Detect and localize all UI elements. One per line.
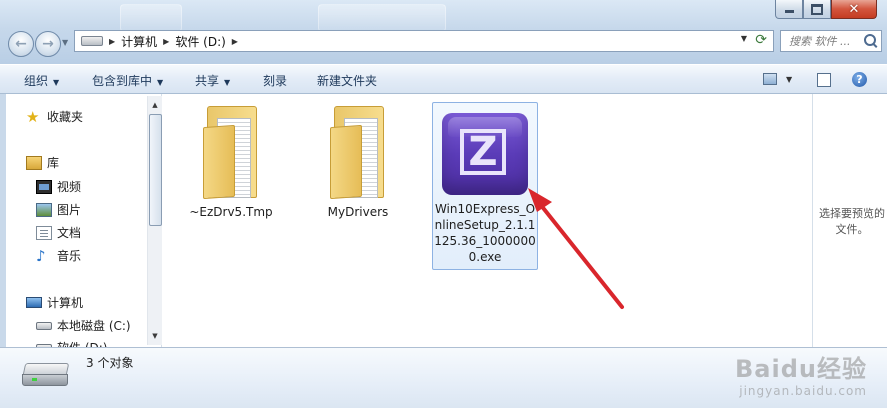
nav-item-label: 图片 bbox=[57, 203, 82, 217]
navigation-pane: ★ 收藏夹 库 视频 图片 文档 ♪ 音乐 计算机 本地磁盘 (C:) 软件 (… bbox=[6, 94, 162, 347]
file-name: ~EzDrv5.Tmp bbox=[189, 205, 273, 219]
address-dropdown[interactable]: ▼ bbox=[741, 34, 747, 43]
nav-item-documents[interactable]: 文档 bbox=[36, 224, 81, 241]
nav-item-label: 计算机 bbox=[47, 296, 84, 310]
nav-item-label: 收藏夹 bbox=[47, 110, 84, 124]
refresh-icon[interactable]: ⟳ bbox=[755, 32, 767, 48]
arrow-line bbox=[534, 197, 624, 309]
address-bar[interactable]: ▶ 计算机 ▶ 软件 (D:) ▶ ▼ ⟳ bbox=[74, 30, 774, 52]
nav-item-computer[interactable]: 计算机 bbox=[26, 294, 83, 311]
picture-icon bbox=[36, 202, 52, 217]
view-options-dropdown[interactable]: ▼ bbox=[786, 75, 792, 84]
details-pane: 3 个对象 Baidu经验 jingyan.baidu.com bbox=[0, 347, 887, 408]
chevron-right-icon[interactable]: ▶ bbox=[109, 37, 115, 46]
forward-button[interactable]: → bbox=[35, 31, 61, 57]
nav-item-pictures[interactable]: 图片 bbox=[36, 201, 81, 218]
nav-item-software-d[interactable]: 软件 (D:) bbox=[36, 339, 107, 347]
nav-item-label: 视频 bbox=[57, 180, 82, 194]
nav-item-local-disk-c[interactable]: 本地磁盘 (C:) bbox=[36, 317, 131, 334]
help-icon[interactable]: ? bbox=[852, 72, 867, 87]
file-list: ~EzDrv5.Tmp MyDrivers Z Win10Express_Onl… bbox=[162, 94, 812, 347]
include-in-library-label: 包含到库中 bbox=[92, 74, 153, 88]
preview-pane: 选择要预览的文件。 bbox=[812, 94, 887, 347]
document-icon bbox=[36, 225, 52, 240]
object-count: 3 个对象 bbox=[86, 356, 134, 370]
search-icon[interactable] bbox=[864, 34, 876, 46]
file-item-exe-selected[interactable]: Z Win10Express_OnlineSetup_2.1.1125.36_1… bbox=[432, 102, 538, 270]
preview-pane-icon[interactable] bbox=[817, 73, 831, 87]
close-button[interactable]: ✕ bbox=[831, 0, 877, 19]
arrow-right-icon: → bbox=[42, 36, 54, 52]
scroll-down-icon[interactable]: ▼ bbox=[148, 329, 162, 343]
scroll-up-icon[interactable]: ▲ bbox=[148, 98, 162, 112]
breadcrumb-drive-d[interactable]: 软件 (D:) bbox=[175, 33, 225, 50]
recent-pages-dropdown[interactable]: ▼ bbox=[62, 38, 68, 47]
title-bar: ✕ ← → ▼ ▶ 计算机 ▶ 软件 (D:) ▶ ▼ ⟳ 搜索 软件 ... bbox=[0, 0, 887, 64]
video-icon bbox=[36, 179, 52, 194]
close-icon: ✕ bbox=[848, 1, 860, 17]
folder-icon bbox=[328, 106, 388, 200]
navigation-scrollbar[interactable]: ▲ ▼ bbox=[147, 96, 162, 345]
nav-item-videos[interactable]: 视频 bbox=[36, 178, 81, 195]
watermark-logo: Baidu经验 bbox=[735, 355, 867, 383]
maximize-icon bbox=[811, 3, 823, 15]
chevron-down-icon: ▼ bbox=[53, 78, 60, 87]
back-button[interactable]: ← bbox=[8, 31, 34, 57]
chevron-down-icon: ▼ bbox=[224, 78, 231, 87]
burn-button[interactable]: 刻录 bbox=[263, 72, 287, 89]
organize-button[interactable]: 组织 ▼ bbox=[24, 72, 59, 89]
file-item-folder[interactable]: MyDrivers bbox=[305, 98, 411, 220]
background-window-hint bbox=[318, 4, 446, 32]
change-view-icon[interactable] bbox=[763, 73, 777, 85]
nav-item-libraries[interactable]: 库 bbox=[26, 154, 59, 171]
scrollbar-thumb[interactable] bbox=[149, 114, 162, 226]
hard-drive-icon bbox=[22, 363, 70, 387]
star-icon: ★ bbox=[26, 107, 40, 126]
maximize-button[interactable] bbox=[803, 0, 831, 19]
zip-app-icon: Z bbox=[440, 111, 530, 197]
breadcrumb-computer[interactable]: 计算机 bbox=[121, 33, 157, 50]
search-placeholder: 搜索 软件 ... bbox=[789, 35, 851, 48]
share-button[interactable]: 共享 ▼ bbox=[195, 72, 230, 89]
chevron-right-icon[interactable]: ▶ bbox=[232, 37, 238, 46]
watermark: Baidu经验 jingyan.baidu.com bbox=[735, 349, 867, 398]
include-in-library-button[interactable]: 包含到库中 ▼ bbox=[92, 72, 163, 89]
folder-icon bbox=[201, 106, 261, 200]
window-controls: ✕ bbox=[775, 0, 877, 19]
preview-empty-text: 选择要预览的文件。 bbox=[819, 207, 885, 236]
nav-item-label: 文档 bbox=[57, 226, 82, 240]
music-note-icon: ♪ bbox=[36, 246, 46, 265]
file-name: Win10Express_OnlineSetup_2.1.1125.36_100… bbox=[434, 202, 536, 264]
nav-item-music[interactable]: ♪ 音乐 bbox=[36, 247, 81, 264]
organize-label: 组织 bbox=[24, 74, 49, 88]
library-icon bbox=[26, 155, 42, 170]
nav-item-label: 软件 (D:) bbox=[57, 339, 107, 347]
share-label: 共享 bbox=[195, 74, 220, 88]
nav-item-label: 音乐 bbox=[57, 249, 82, 263]
watermark-url: jingyan.baidu.com bbox=[739, 384, 867, 398]
nav-item-favorites[interactable]: ★ 收藏夹 bbox=[26, 108, 83, 125]
minimize-button[interactable] bbox=[775, 0, 803, 19]
drive-icon bbox=[81, 36, 103, 46]
file-name: MyDrivers bbox=[327, 205, 389, 219]
file-item-folder[interactable]: ~EzDrv5.Tmp bbox=[178, 98, 284, 220]
search-input[interactable]: 搜索 软件 ... bbox=[780, 30, 882, 52]
chevron-right-icon[interactable]: ▶ bbox=[163, 37, 169, 46]
nav-item-label: 库 bbox=[47, 156, 60, 170]
command-bar: 组织 ▼ 包含到库中 ▼ 共享 ▼ 刻录 新建文件夹 ▼ ? bbox=[0, 64, 887, 94]
hard-drive-icon bbox=[36, 321, 52, 330]
minimize-icon bbox=[784, 10, 794, 13]
computer-icon bbox=[26, 297, 42, 308]
nav-item-label: 本地磁盘 (C:) bbox=[57, 319, 131, 333]
arrow-left-icon: ← bbox=[15, 36, 27, 52]
chevron-down-icon: ▼ bbox=[157, 78, 164, 87]
background-window-hint bbox=[120, 4, 182, 32]
new-folder-button[interactable]: 新建文件夹 bbox=[317, 72, 377, 89]
